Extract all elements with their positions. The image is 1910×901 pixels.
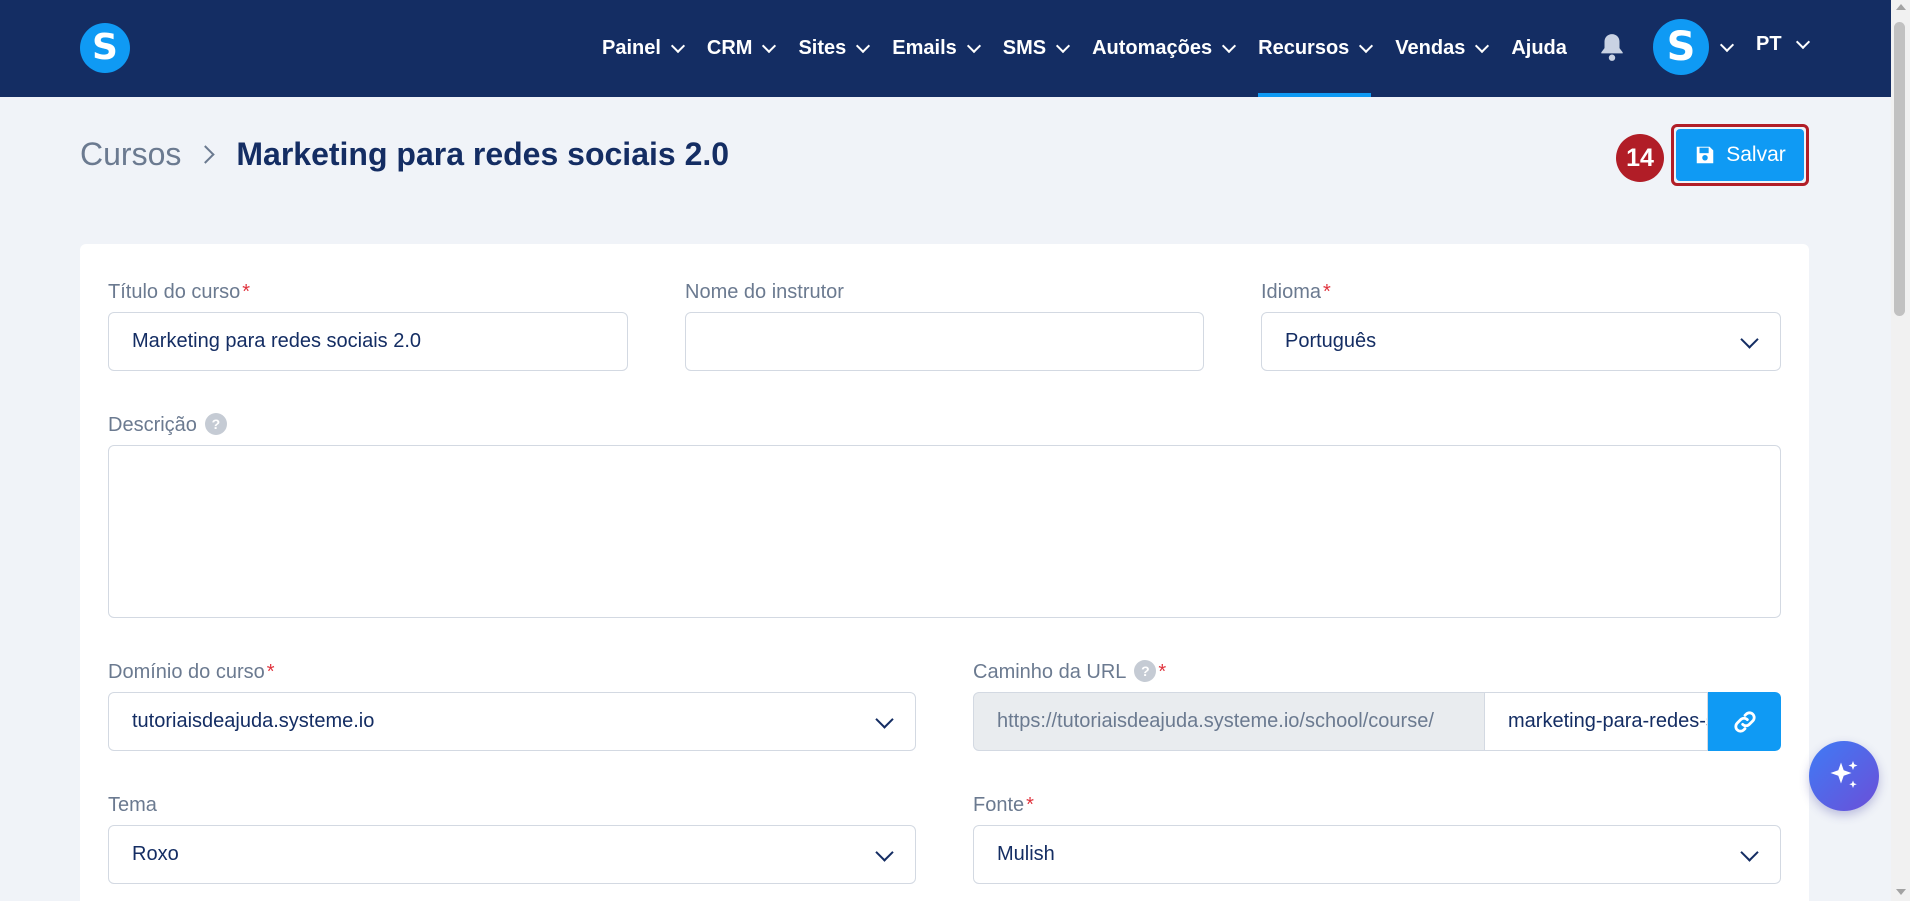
menu-item-label: Automações [1092,37,1213,59]
main-menu: Painel CRM Sites Emails SMS Automações R… [602,0,1591,97]
domain-select[interactable]: tutoriaisdeajuda.systeme.io [108,692,916,751]
label-text: Fonte [973,794,1025,816]
floppy-disk-icon [1696,146,1714,164]
domain-value: tutoriaisdeajuda.systeme.io [132,710,375,732]
chevron-down-icon [1740,330,1759,349]
help-icon[interactable]: ? [204,412,227,435]
menu-item-label: Painel [602,37,661,59]
menu-item-label: Emails [892,37,957,59]
url-prefix: https://tutoriaisdeajuda.systeme.io/scho… [973,692,1485,751]
chevron-down-icon [670,38,685,54]
font-select[interactable]: Mulish [973,825,1781,884]
menu-item-label: Sites [798,37,847,59]
menu-item-label: CRM [706,37,753,59]
description-label: Descrição? [108,412,227,437]
open-url-button[interactable] [1708,692,1781,751]
language-label: Idioma * [1261,281,1331,304]
ai-assistant-button[interactable] [1809,741,1879,811]
menu-item-label: Recursos [1258,37,1350,59]
menu-item-crm[interactable]: CRM [706,0,777,97]
theme-value: Roxo [132,843,179,865]
required-asterisk: * [1158,661,1167,683]
chevron-down-icon [1056,38,1071,54]
domain-label: Domínio do curso * [108,661,275,684]
avatar[interactable]: S [1653,19,1709,75]
scroll-up-arrow-icon[interactable] [1896,4,1906,10]
help-icon[interactable]: ? [1134,659,1157,682]
url-slug-input[interactable]: marketing-para-redes-sociais-2-0 [1485,692,1708,751]
language-select[interactable]: Português [1261,312,1781,371]
label-text: Tema [108,794,157,816]
chevron-right-icon [196,145,216,164]
chevron-down-icon [762,38,777,54]
scroll-down-arrow-icon[interactable] [1896,889,1906,895]
save-button-label: Salvar [1726,143,1786,166]
label-text: Domínio do curso [108,661,265,683]
menu-item-recursos[interactable]: Recursos [1258,0,1374,97]
menu-item-ajuda[interactable]: Ajuda [1511,0,1567,97]
breadcrumb: Cursos Marketing para redes sociais 2.0 [80,136,729,173]
chevron-down-icon[interactable] [1719,37,1735,53]
course-title-value: Marketing para redes sociais 2.0 [132,330,422,352]
menu-item-automacoes[interactable]: Automações [1092,0,1237,97]
menu-item-vendas[interactable]: Vendas [1395,0,1490,97]
label-text: Título do curso [108,281,241,303]
theme-select[interactable]: Roxo [108,825,916,884]
required-asterisk: * [266,661,275,683]
menu-item-sms[interactable]: SMS [1002,0,1071,97]
bell-icon[interactable] [1599,32,1625,62]
url-path-label: Caminho da URL? * [973,659,1167,684]
systeme-logo[interactable]: S [80,23,130,73]
page-title: Marketing para redes sociais 2.0 [236,136,730,172]
font-value: Mulish [997,843,1055,865]
chevron-down-icon [1359,38,1374,54]
chevron-down-icon [875,843,894,862]
language-label: PT [1756,33,1782,55]
menu-item-label: Vendas [1395,37,1466,59]
menu-item-painel[interactable]: Painel [602,0,685,97]
required-asterisk: * [242,281,251,303]
instructor-label: Nome do instrutor [685,281,844,304]
language-selector[interactable]: PT [1756,33,1810,56]
breadcrumb-parent-link[interactable]: Cursos [80,136,181,173]
chevron-down-icon [1795,34,1810,50]
url-slug-value: marketing-para-redes-sociais-2-0 [1508,710,1707,732]
scrollbar-thumb[interactable] [1894,22,1905,316]
label-text: Descrição [108,414,197,436]
course-title-input[interactable]: Marketing para redes sociais 2.0 [108,312,628,371]
font-label: Fonte * [973,794,1034,817]
sparkles-icon [1830,761,1858,788]
label-text: Caminho da URL [973,661,1127,683]
top-navbar: S Painel CRM Sites Emails SMS Automações… [0,0,1891,97]
label-text: Idioma [1261,281,1322,303]
required-asterisk: * [1026,794,1034,816]
description-textarea[interactable] [108,445,1781,618]
url-prefix-text: https://tutoriaisdeajuda.systeme.io/scho… [997,710,1434,732]
menu-item-label: SMS [1002,37,1047,59]
chevron-down-icon [875,710,894,729]
menu-item-sites[interactable]: Sites [798,0,871,97]
course-title-label: Título do curso * [108,281,250,304]
chevron-down-icon [856,38,871,54]
chevron-down-icon [1475,38,1490,54]
step-number-badge: 14 [1616,134,1664,182]
required-asterisk: * [1323,281,1331,303]
menu-item-emails[interactable]: Emails [892,0,981,97]
save-button-highlight: Salvar [1671,124,1809,186]
save-button[interactable]: Salvar [1676,129,1804,181]
chevron-down-icon [966,38,981,54]
label-text: Nome do instrutor [685,281,844,303]
link-icon [1733,710,1756,733]
menu-item-label: Ajuda [1511,37,1567,59]
instructor-input[interactable] [685,312,1204,371]
theme-label: Tema [108,794,157,817]
chevron-down-icon [1222,38,1237,54]
chevron-down-icon [1740,843,1759,862]
language-value: Português [1285,330,1377,352]
